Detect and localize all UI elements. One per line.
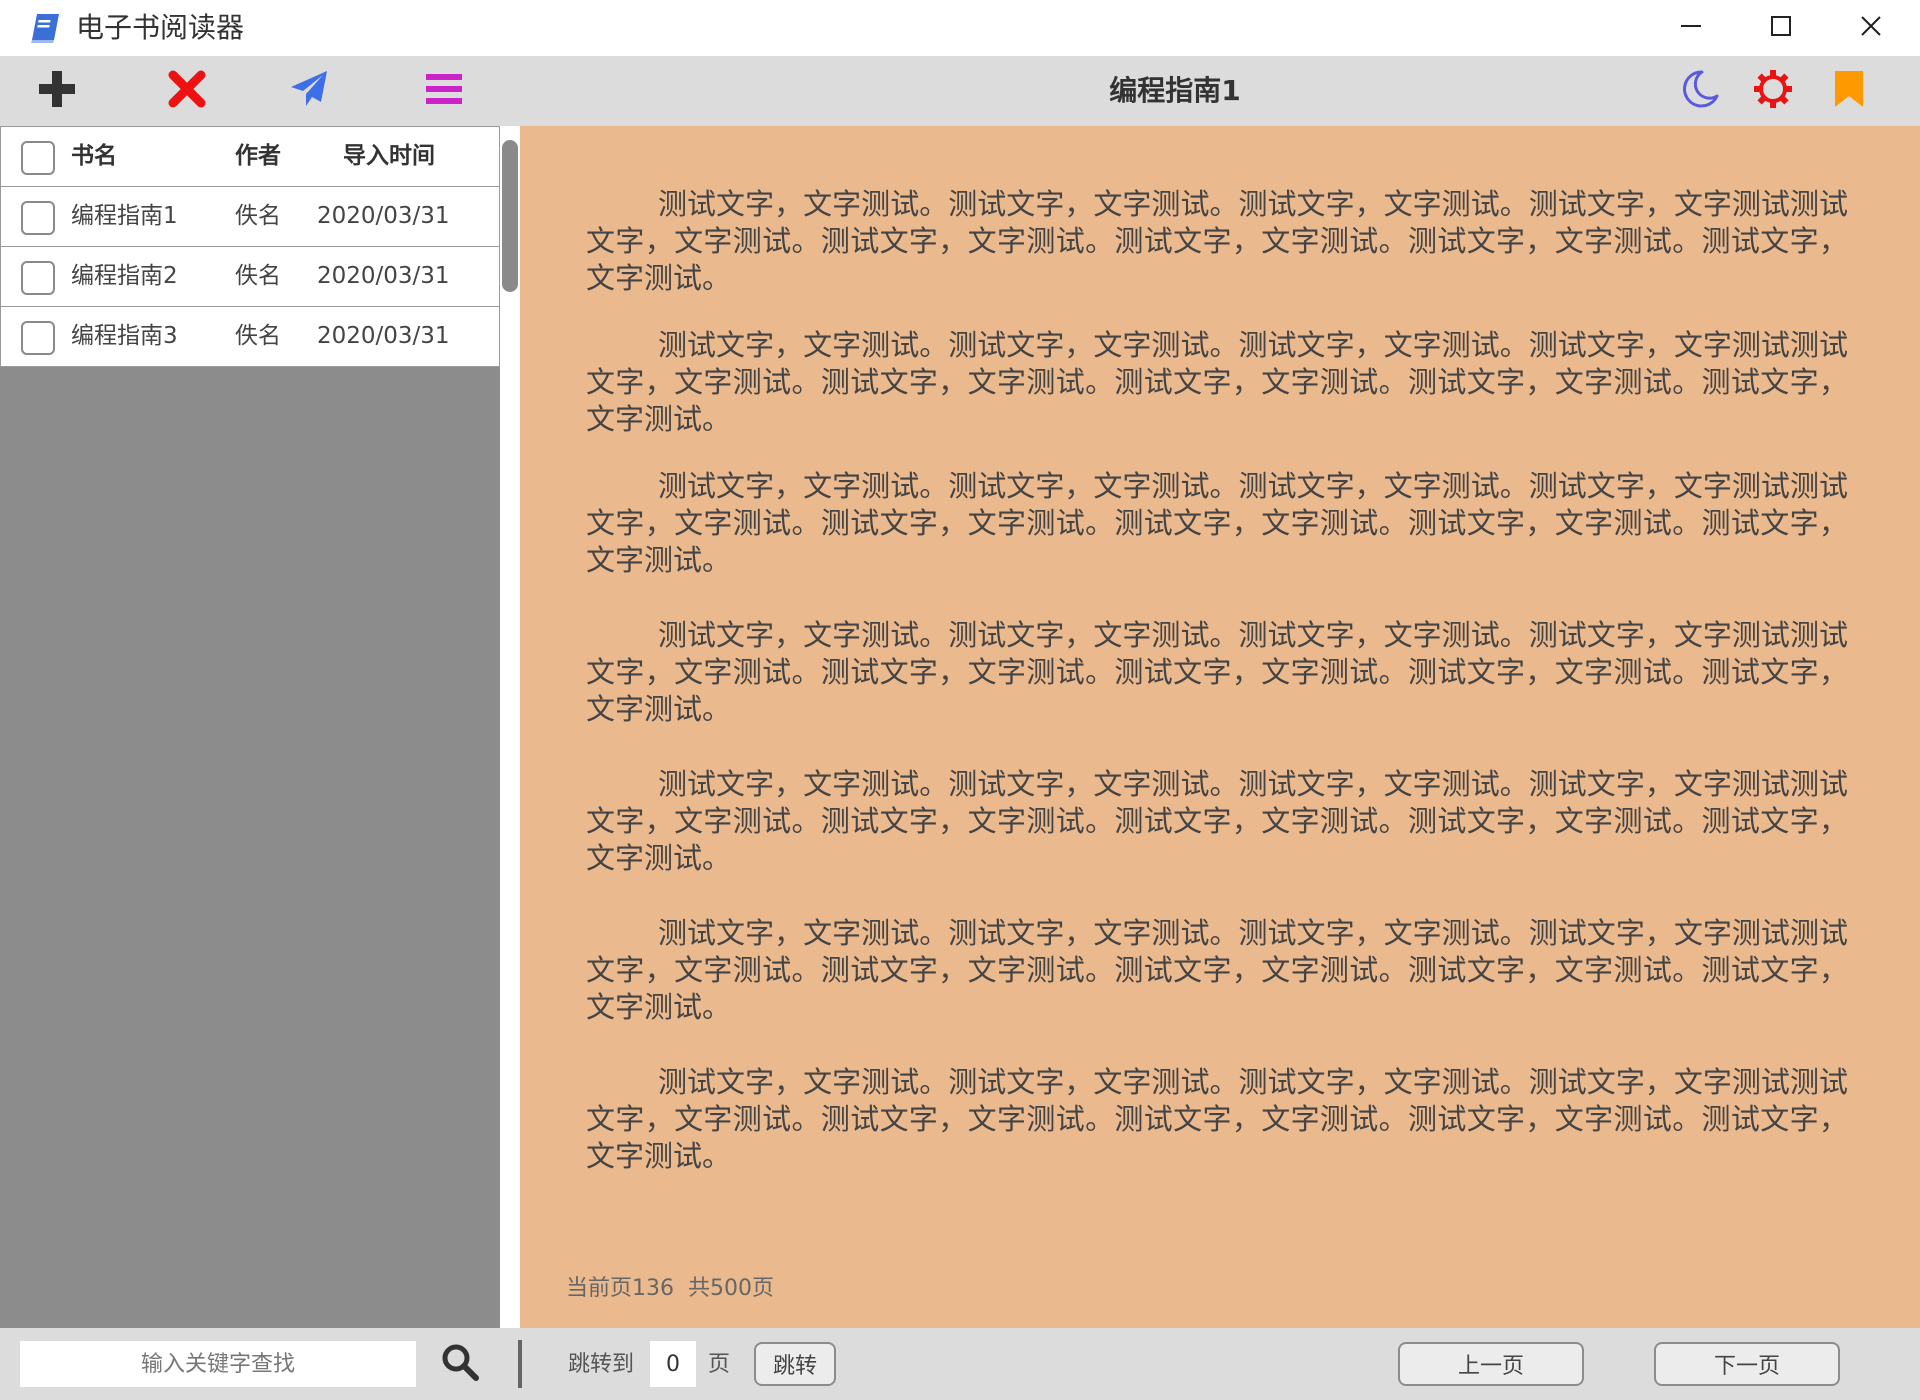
- book-import-date: 2020/03/31: [317, 203, 450, 229]
- row-checkbox[interactable]: [21, 261, 55, 295]
- page-status: 当前页136 共500页: [566, 1276, 774, 1301]
- send-icon: [289, 69, 329, 113]
- window-title: 电子书阅读器: [76, 11, 245, 44]
- maximize-button[interactable]: [1736, 0, 1826, 56]
- row-checkbox[interactable]: [21, 201, 55, 235]
- table-row[interactable]: 编程指南3 佚名 2020/03/31: [1, 307, 499, 366]
- jump-button[interactable]: 跳转: [754, 1342, 836, 1386]
- select-all-checkbox[interactable]: [21, 141, 55, 175]
- table-row[interactable]: 编程指南1 佚名 2020/03/31: [1, 187, 499, 247]
- scrollbar-thumb[interactable]: [502, 140, 518, 292]
- current-book-title: 编程指南1: [1109, 74, 1241, 107]
- scrollbar-track[interactable]: [500, 126, 520, 1328]
- next-page-button[interactable]: 下一页: [1654, 1342, 1840, 1386]
- text-paragraph: 测试文字，文字测试。测试文字，文字测试。测试文字，文字测试。测试文字，文字测试测…: [586, 328, 1848, 436]
- title-bar: [0, 0, 1920, 56]
- book-name: 编程指南1: [71, 203, 178, 229]
- add-icon: [37, 69, 77, 113]
- text-paragraph: 测试文字，文字测试。测试文字，文字测试。测试文字，文字测试。测试文字，文字测试测…: [586, 1065, 1848, 1173]
- add-book-button[interactable]: [22, 56, 92, 126]
- book-author: 佚名: [235, 323, 281, 349]
- text-paragraph: 测试文字，文字测试。测试文字，文字测试。测试文字，文字测试。测试文字，文字测试测…: [586, 469, 1848, 577]
- book-import-date: 2020/03/31: [317, 323, 450, 349]
- settings-button[interactable]: [1738, 56, 1808, 126]
- moon-icon: [1680, 69, 1720, 113]
- search-icon: [441, 1343, 479, 1385]
- page-unit-label: 页: [708, 1352, 731, 1377]
- search-input[interactable]: [20, 1341, 416, 1387]
- bookmark-icon: [1829, 69, 1869, 113]
- text-paragraph: 测试文字，文字测试。测试文字，文字测试。测试文字，文字测试。测试文字，文字测试测…: [586, 187, 1848, 295]
- send-button[interactable]: [274, 56, 344, 126]
- row-checkbox[interactable]: [21, 321, 55, 355]
- maximize-icon: [1770, 15, 1792, 41]
- header-author[interactable]: 作者: [235, 127, 281, 186]
- book-icon: [28, 12, 62, 44]
- table-header: 书名 作者 导入时间: [1, 127, 499, 187]
- table-row[interactable]: 编程指南2 佚名 2020/03/31: [1, 247, 499, 307]
- close-window-button[interactable]: [1826, 0, 1916, 56]
- book-import-date: 2020/03/31: [317, 263, 450, 289]
- jump-to-label: 跳转到: [568, 1352, 635, 1377]
- search-button[interactable]: [436, 1340, 484, 1388]
- menu-icon: [424, 69, 464, 113]
- text-paragraph: 测试文字，文字测试。测试文字，文字测试。测试文字，文字测试。测试文字，文字测试测…: [586, 916, 1848, 1024]
- header-import-time[interactable]: 导入时间: [343, 127, 435, 186]
- menu-button[interactable]: [409, 56, 479, 126]
- close-icon: [1860, 15, 1882, 41]
- book-author: 佚名: [235, 203, 281, 229]
- gear-icon: [1753, 69, 1793, 113]
- text-paragraph: 测试文字，文字测试。测试文字，文字测试。测试文字，文字测试。测试文字，文字测试测…: [586, 618, 1848, 726]
- book-author: 佚名: [235, 263, 281, 289]
- night-mode-button[interactable]: [1665, 56, 1735, 126]
- book-table: 书名 作者 导入时间 编程指南1 佚名 2020/03/31 编程指南2 佚名 …: [0, 126, 500, 367]
- page-number-input[interactable]: [650, 1341, 696, 1387]
- divider: [518, 1340, 522, 1388]
- book-name: 编程指南3: [71, 323, 178, 349]
- delete-book-button[interactable]: [152, 56, 222, 126]
- text-paragraph: 测试文字，文字测试。测试文字，文字测试。测试文字，文字测试。测试文字，文字测试测…: [586, 767, 1848, 875]
- delete-icon: [167, 69, 207, 113]
- minimize-button[interactable]: [1646, 0, 1736, 56]
- header-book-name[interactable]: 书名: [71, 127, 117, 186]
- prev-page-button[interactable]: 上一页: [1398, 1342, 1584, 1386]
- minimize-icon: [1680, 15, 1702, 41]
- book-name: 编程指南2: [71, 263, 178, 289]
- bookmark-button[interactable]: [1814, 56, 1884, 126]
